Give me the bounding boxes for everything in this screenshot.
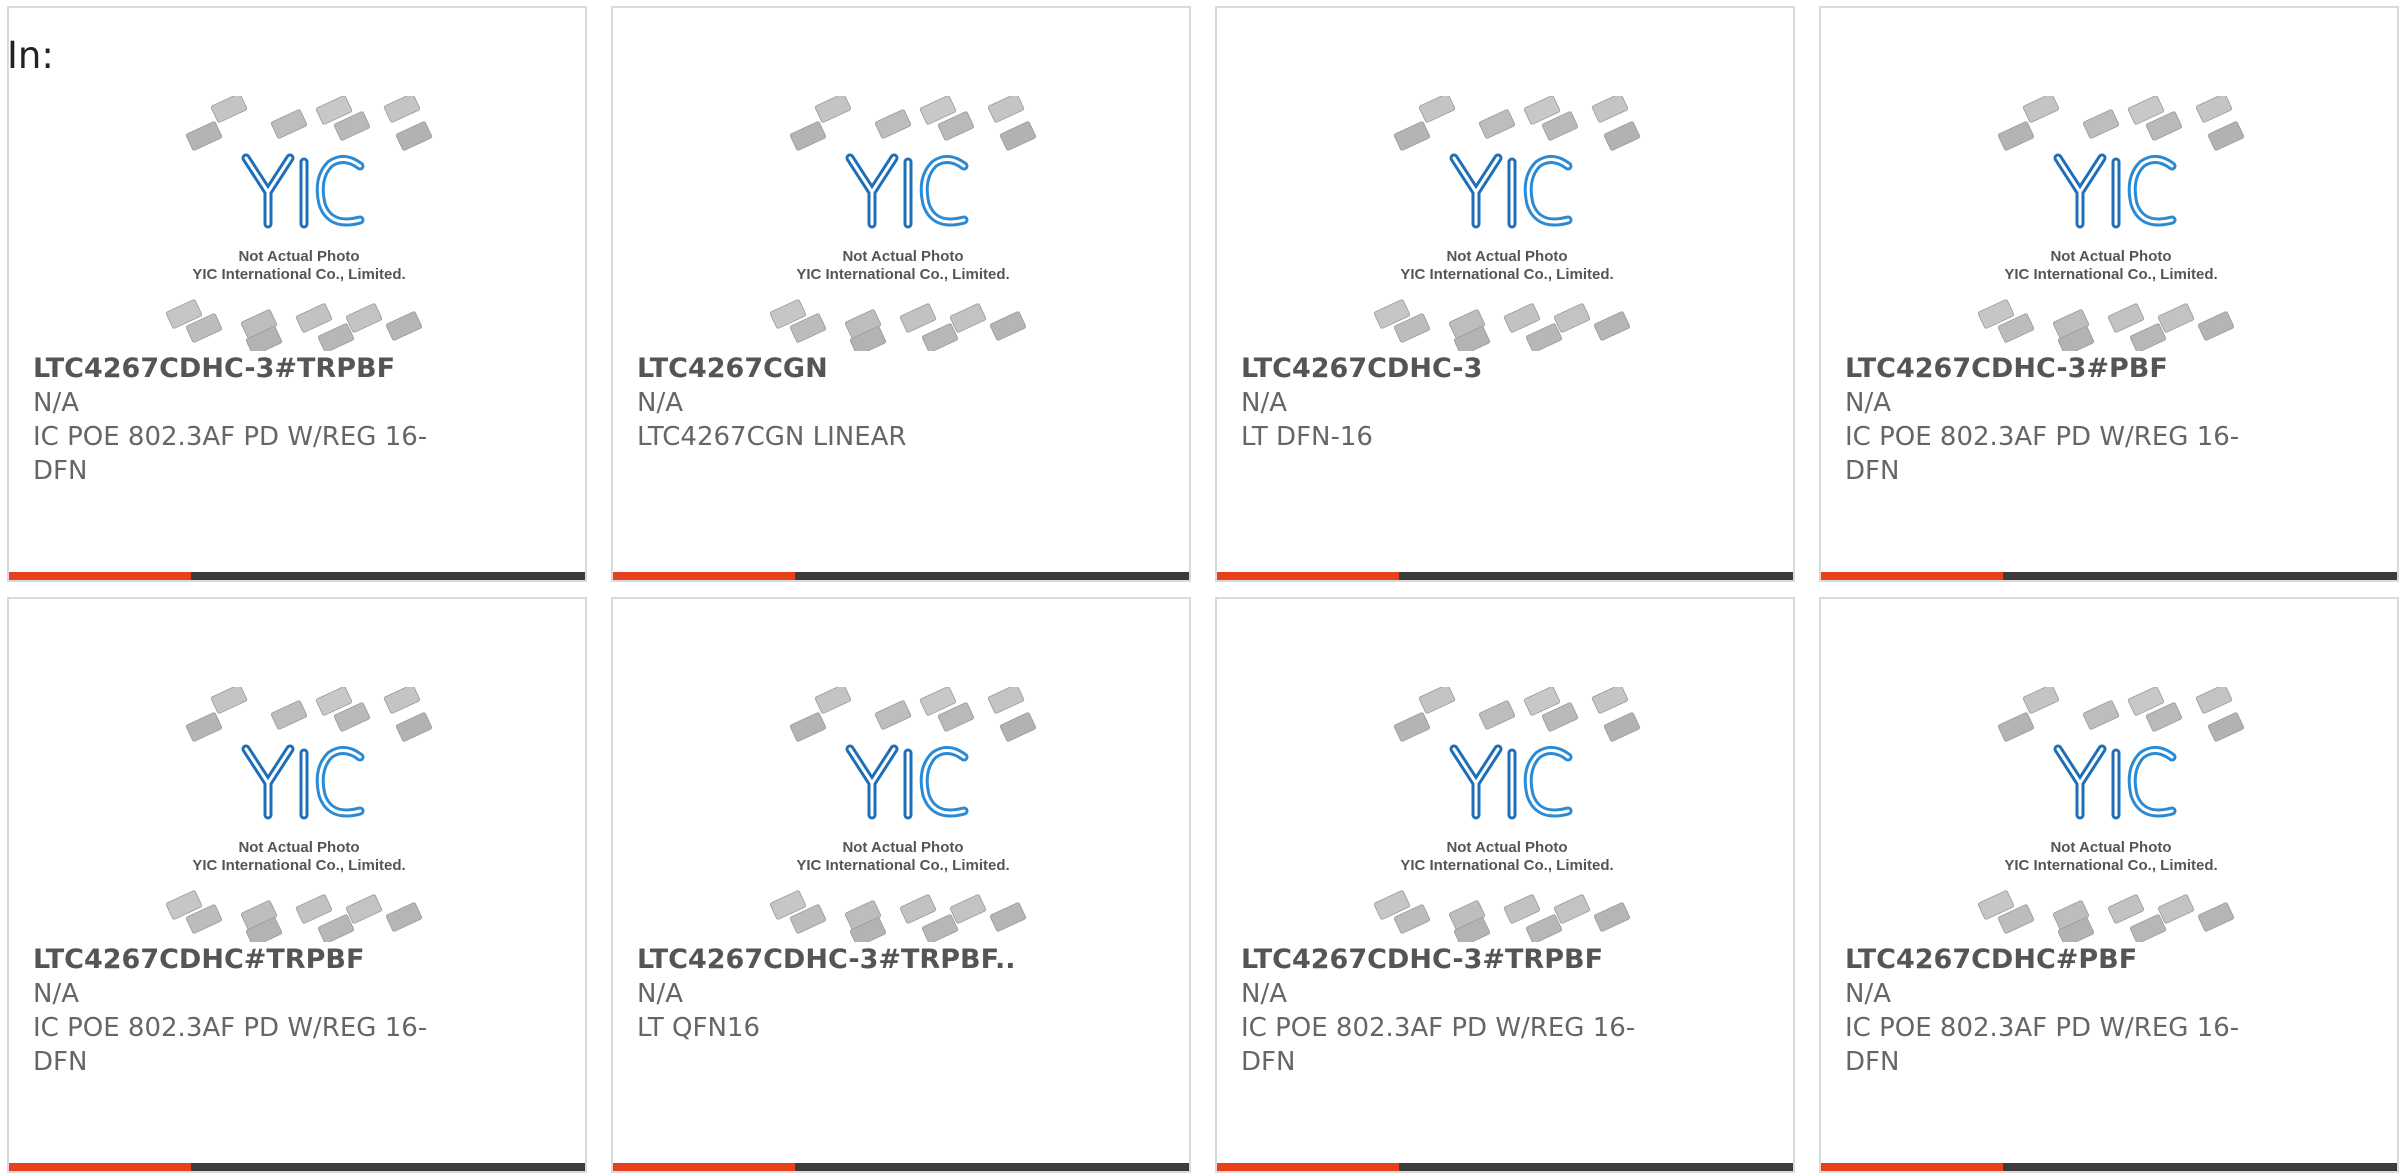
card-bottom-bar — [1821, 572, 2397, 580]
placeholder-image-svg: Not Actual PhotoYIC International Co., L… — [1373, 96, 1641, 351]
svg-text:Not Actual Photo: Not Actual Photo — [2050, 248, 2171, 265]
card-accent-bar — [1217, 1163, 1399, 1171]
card-bottom-bar — [1217, 572, 1793, 580]
svg-text:YIC International Co., Limited: YIC International Co., Limited. — [796, 266, 1009, 283]
card-accent-bar — [613, 572, 795, 580]
description: LTC4267CGN LINEAR — [637, 422, 907, 452]
svg-text:Not Actual Photo: Not Actual Photo — [238, 839, 359, 856]
product-card[interactable]: Not Actual Photo YIC International Co., L… — [1215, 597, 1795, 1173]
yic-logo — [2053, 744, 2177, 820]
product-image[interactable]: Not Actual Photo YIC International Co., L… — [768, 687, 1038, 942]
card-bottom-bar — [9, 572, 585, 580]
svg-text:YIC International Co., Limited: YIC International Co., Limited. — [1400, 266, 1613, 283]
product-info: LTC4267CGN N/A LTC4267CGN LINEAR — [637, 352, 1057, 454]
product-card[interactable]: Not Actual Photo YIC International Co., L… — [7, 6, 587, 582]
placeholder-image-svg: Not Actual PhotoYIC International Co., L… — [1977, 687, 2245, 942]
manufacturer: N/A — [1241, 979, 1287, 1009]
card-bottom-bar — [9, 1163, 585, 1171]
placeholder-image-svg: Not Actual PhotoYIC International Co., L… — [1977, 96, 2245, 351]
description: IC POE 802.3AF PD W/REG 16-DFN — [33, 1013, 428, 1077]
product-image[interactable]: Not Actual Photo YIC International Co., L… — [1976, 96, 2246, 351]
placeholder-image-svg: Not Actual PhotoYIC International Co., L… — [165, 687, 433, 942]
svg-text:YIC International Co., Limited: YIC International Co., Limited. — [1400, 857, 1613, 874]
product-info: LTC4267CDHC-3#PBF N/A IC POE 802.3AF PD … — [1845, 352, 2265, 488]
product-info: LTC4267CDHC-3#TRPBF.. N/A LT QFN16 — [637, 943, 1057, 1045]
svg-text:YIC International Co., Limited: YIC International Co., Limited. — [2004, 266, 2217, 283]
placeholder-image-svg: Not Actual PhotoYIC International Co., L… — [769, 96, 1037, 351]
manufacturer: N/A — [1845, 979, 1891, 1009]
card-accent-bar — [1217, 572, 1399, 580]
svg-text:YIC International Co., Limited: YIC International Co., Limited. — [192, 266, 405, 283]
part-number-link[interactable]: LTC4267CDHC-3#TRPBF — [1241, 943, 1661, 977]
product-image[interactable]: Not Actual Photo YIC International Co., L… — [164, 96, 434, 351]
card-bottom-bar — [1217, 1163, 1793, 1171]
manufacturer: N/A — [33, 388, 79, 418]
card-accent-bar — [9, 1163, 191, 1171]
part-number-link[interactable]: LTC4267CDHC#TRPBF — [33, 943, 453, 977]
part-number-link[interactable]: LTC4267CDHC-3#PBF — [1845, 352, 2265, 386]
product-info: LTC4267CDHC#PBF N/A IC POE 802.3AF PD W/… — [1845, 943, 2265, 1079]
product-image[interactable]: Not Actual Photo YIC International Co., L… — [1372, 687, 1642, 942]
description: LT QFN16 — [637, 1013, 761, 1043]
svg-text:Not Actual Photo: Not Actual Photo — [1446, 248, 1567, 265]
manufacturer: N/A — [637, 388, 683, 418]
product-image[interactable]: Not Actual Photo YIC International Co., L… — [1372, 96, 1642, 351]
part-number-link[interactable]: LTC4267CDHC#PBF — [1845, 943, 2265, 977]
product-image[interactable]: Not Actual Photo YIC International Co., L… — [768, 96, 1038, 351]
manufacturer: N/A — [637, 979, 683, 1009]
yic-logo — [241, 153, 365, 229]
description: IC POE 802.3AF PD W/REG 16-DFN — [33, 422, 428, 486]
placeholder-image-svg: Not Actual PhotoYIC International Co., L… — [1373, 687, 1641, 942]
svg-text:Not Actual Photo: Not Actual Photo — [842, 839, 963, 856]
product-grid: Not Actual Photo YIC International Co., L… — [7, 6, 2399, 1173]
card-accent-bar — [1821, 572, 2003, 580]
yic-logo — [845, 744, 969, 820]
product-image[interactable]: Not Actual Photo YIC International Co., L… — [1976, 687, 2246, 942]
description: IC POE 802.3AF PD W/REG 16-DFN — [1845, 422, 2240, 486]
yic-logo — [241, 744, 365, 820]
description: IC POE 802.3AF PD W/REG 16-DFN — [1845, 1013, 2240, 1077]
product-info: LTC4267CDHC-3#TRPBF N/A IC POE 802.3AF P… — [1241, 943, 1661, 1079]
card-accent-bar — [613, 1163, 795, 1171]
svg-text:Not Actual Photo: Not Actual Photo — [1446, 839, 1567, 856]
part-number-link[interactable]: LTC4267CGN — [637, 352, 1057, 386]
product-card[interactable]: Not Actual Photo YIC International Co., L… — [7, 597, 587, 1173]
placeholder-image-svg: Not Actual PhotoYIC International Co., L… — [769, 687, 1037, 942]
product-card[interactable]: Not Actual Photo YIC International Co., L… — [1819, 6, 2399, 582]
card-bottom-bar — [1821, 1163, 2397, 1171]
yic-logo — [1449, 744, 1573, 820]
in-label: In: — [7, 34, 54, 77]
part-number-link[interactable]: LTC4267CDHC-3#TRPBF.. — [637, 943, 1057, 977]
product-info: LTC4267CDHC-3 N/A LT DFN-16 — [1241, 352, 1661, 454]
card-accent-bar — [9, 572, 191, 580]
product-image[interactable]: Not Actual Photo YIC International Co., L… — [164, 687, 434, 942]
manufacturer: N/A — [1241, 388, 1287, 418]
product-card[interactable]: Not Actual Photo YIC International Co., L… — [611, 6, 1191, 582]
product-info: LTC4267CDHC-3#TRPBF N/A IC POE 802.3AF P… — [33, 352, 453, 488]
yic-logo — [2053, 153, 2177, 229]
yic-logo — [1449, 153, 1573, 229]
card-accent-bar — [1821, 1163, 2003, 1171]
manufacturer: N/A — [1845, 388, 1891, 418]
yic-logo — [845, 153, 969, 229]
placeholder-image-svg: Not Actual PhotoYIC International Co., L… — [165, 96, 433, 351]
part-number-link[interactable]: LTC4267CDHC-3 — [1241, 352, 1661, 386]
svg-text:Not Actual Photo: Not Actual Photo — [842, 248, 963, 265]
product-card[interactable]: Not Actual Photo YIC International Co., L… — [1215, 6, 1795, 582]
svg-text:YIC International Co., Limited: YIC International Co., Limited. — [796, 857, 1009, 874]
description: IC POE 802.3AF PD W/REG 16-DFN — [1241, 1013, 1636, 1077]
card-bottom-bar — [613, 1163, 1189, 1171]
product-info: LTC4267CDHC#TRPBF N/A IC POE 802.3AF PD … — [33, 943, 453, 1079]
product-card[interactable]: Not Actual Photo YIC International Co., L… — [1819, 597, 2399, 1173]
description: LT DFN-16 — [1241, 422, 1373, 452]
manufacturer: N/A — [33, 979, 79, 1009]
svg-text:Not Actual Photo: Not Actual Photo — [2050, 839, 2171, 856]
svg-text:YIC International Co., Limited: YIC International Co., Limited. — [192, 857, 405, 874]
svg-text:YIC International Co., Limited: YIC International Co., Limited. — [2004, 857, 2217, 874]
card-bottom-bar — [613, 572, 1189, 580]
product-card[interactable]: Not Actual Photo YIC International Co., L… — [611, 597, 1191, 1173]
part-number-link[interactable]: LTC4267CDHC-3#TRPBF — [33, 352, 453, 386]
svg-text:Not Actual Photo: Not Actual Photo — [238, 248, 359, 265]
